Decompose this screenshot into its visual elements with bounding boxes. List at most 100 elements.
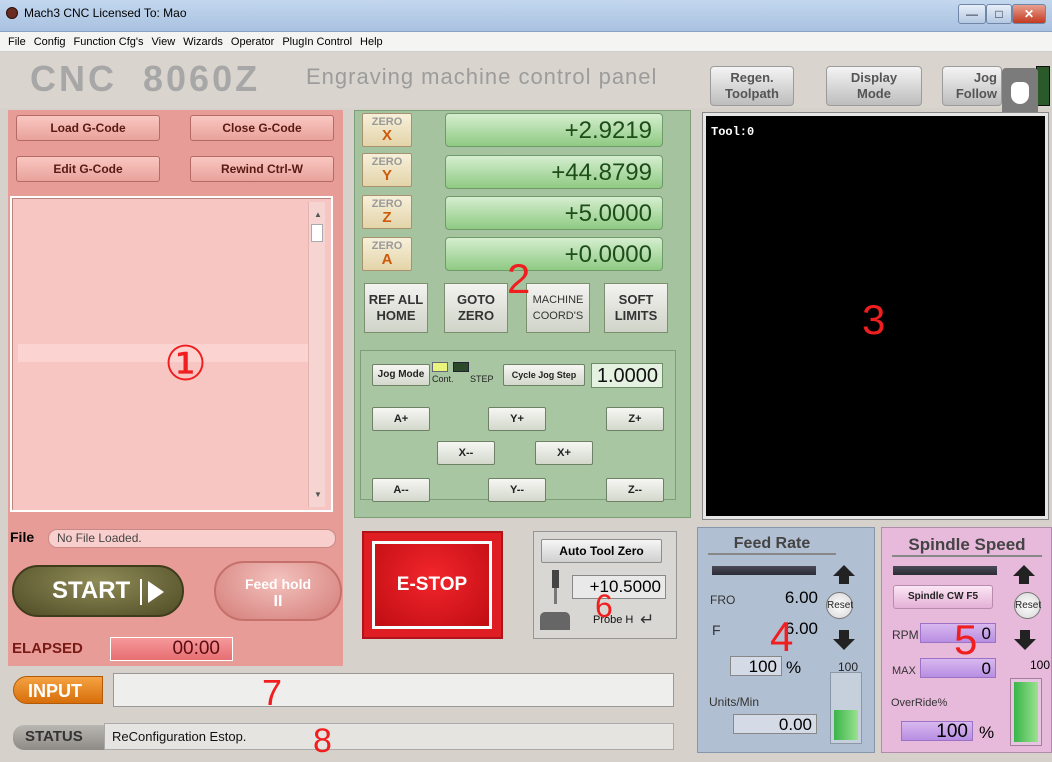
spindle-reset-button[interactable]: Reset (1014, 592, 1041, 619)
spindle-cw-button[interactable]: Spindle CW F5 (893, 585, 993, 609)
maximize-button[interactable]: □ (986, 4, 1012, 24)
elapsed-value: 00:00 (110, 637, 233, 661)
feed-hold-button[interactable]: Feed hold II (214, 561, 342, 621)
menu-file[interactable]: File (8, 33, 26, 52)
dro-a[interactable]: +0.0000 (445, 237, 663, 271)
step-led (453, 362, 469, 372)
input-label: INPUT (13, 676, 103, 704)
start-label: START (52, 577, 131, 604)
step-label: STEP (470, 374, 494, 384)
jog-mode-button[interactable]: Jog Mode (372, 364, 430, 386)
app-icon (6, 7, 18, 19)
menu-plugin-control[interactable]: PlugIn Control (282, 33, 352, 52)
jog-follow-led (1036, 66, 1050, 106)
fro-label: FRO (710, 593, 736, 607)
menu-wizards[interactable]: Wizards (183, 33, 223, 52)
minimize-button[interactable]: — (958, 4, 986, 24)
load-gcode-button[interactable]: Load G-Code (16, 115, 160, 141)
edit-gcode-button[interactable]: Edit G-Code (16, 156, 160, 182)
jog-label-2: Follow (955, 86, 997, 101)
tool-label: Tool:0 (711, 125, 755, 139)
override-label: OverRide% (891, 697, 948, 709)
feed-reset-button[interactable]: Reset (826, 592, 853, 619)
dro-x[interactable]: +2.9219 (445, 113, 663, 147)
close-button[interactable]: ✕ (1012, 4, 1046, 24)
ref-all-home-button[interactable]: REF ALL HOME (364, 283, 428, 333)
spindle-bar (893, 566, 997, 575)
units-min-value: 0.00 (733, 714, 817, 734)
zero-a-button[interactable]: ZERO A (362, 237, 412, 271)
menu-help[interactable]: Help (360, 33, 383, 52)
dro-z[interactable]: +5.0000 (445, 196, 663, 230)
limits-label: LIMITS (614, 308, 658, 323)
tool-zero-value[interactable]: +10.5000 (572, 575, 666, 599)
menu-config[interactable]: Config (34, 33, 66, 52)
estop-button[interactable]: E-STOP (372, 541, 492, 629)
start-button[interactable]: START (12, 565, 184, 617)
feed-down-icon[interactable] (833, 630, 855, 650)
jog-step-value[interactable]: 1.0000 (591, 363, 663, 388)
axis-x-label: X (381, 127, 392, 144)
zero-z-button[interactable]: ZERO Z (362, 195, 412, 229)
brand-subtitle: Engraving machine control panel (306, 64, 658, 89)
scroll-down-icon[interactable]: ▼ (314, 490, 322, 499)
jog-x-minus-button[interactable]: X-- (437, 441, 495, 465)
scroll-up-icon[interactable]: ▲ (314, 210, 322, 219)
annotation-5: 5 (954, 616, 978, 663)
menu-function-cfgs[interactable]: Function Cfg's (74, 33, 144, 52)
jog-y-plus-button[interactable]: Y+ (488, 407, 546, 431)
jog-x-plus-button[interactable]: X+ (535, 441, 593, 465)
jog-y-minus-button[interactable]: Y-- (488, 478, 546, 502)
rpm-label: RPM (892, 628, 919, 642)
jog-a-plus-button[interactable]: A+ (372, 407, 430, 431)
dro-y[interactable]: +44.8799 (445, 155, 663, 189)
soft-limits-button[interactable]: SOFT LIMITS (604, 283, 668, 333)
override-value[interactable]: 100 (901, 721, 973, 742)
jog-label-1: Jog (973, 70, 997, 85)
display-label-2: Mode (857, 86, 891, 101)
soft-label: SOFT (618, 292, 654, 307)
override-percent-sign: % (979, 723, 995, 742)
jog-z-minus-button[interactable]: Z-- (606, 478, 664, 502)
goto-zero-button[interactable]: GOTO ZERO (444, 283, 508, 333)
zero-x-button[interactable]: ZERO X (362, 113, 412, 147)
regen-toolpath-button[interactable]: Regen. Toolpath (710, 66, 794, 106)
scrollbar-thumb[interactable] (311, 224, 323, 242)
mdi-input-field[interactable] (113, 673, 674, 707)
machine-coords-button[interactable]: MACHINE COORD'S (526, 283, 590, 333)
regen-label-2: Toolpath (725, 86, 779, 101)
feed-slider-fill (834, 710, 858, 740)
jog-z-plus-button[interactable]: Z+ (606, 407, 664, 431)
menu-view[interactable]: View (152, 33, 176, 52)
spindle-slider[interactable] (1010, 678, 1042, 746)
annotation-2: 2 (507, 255, 531, 302)
file-label: File (10, 529, 35, 545)
menu-bar: File Config Function Cfg's View Wizards Opera… (0, 32, 1052, 52)
jog-a-minus-button[interactable]: A-- (372, 478, 430, 502)
feed-bar (712, 566, 816, 575)
home-label: HOME (376, 308, 416, 323)
feed-slider[interactable] (830, 672, 862, 744)
spindle-down-icon[interactable] (1014, 630, 1036, 650)
annotation-7: 7 (262, 672, 283, 713)
coords-label: COORD'S (532, 310, 584, 322)
axis-a-label: A (381, 251, 393, 268)
elapsed-label: ELAPSED (12, 640, 83, 657)
machine-label: MACHINE (532, 294, 584, 306)
cycle-jog-step-button[interactable]: Cycle Jog Step (503, 364, 585, 386)
zero-y-button[interactable]: ZERO Y (362, 153, 412, 187)
jog-follow-button[interactable]: Jog Follow (942, 66, 1002, 106)
goto-label: GOTO (456, 292, 496, 307)
auto-tool-zero-button[interactable]: Auto Tool Zero (541, 539, 662, 563)
gcode-scrollbar[interactable]: ▲ ▼ (308, 202, 325, 507)
feed-up-icon[interactable] (833, 565, 855, 585)
spindle-speed-title: Spindle Speed (892, 535, 1042, 557)
units-min-label: Units/Min (709, 695, 760, 709)
menu-operator[interactable]: Operator (231, 33, 274, 52)
close-gcode-button[interactable]: Close G-Code (190, 115, 334, 141)
display-mode-button[interactable]: Display Mode (826, 66, 922, 106)
axis-y-label: Y (381, 167, 392, 184)
rewind-button[interactable]: Rewind Ctrl-W (190, 156, 334, 182)
f-label: F (712, 622, 721, 638)
spindle-up-icon[interactable] (1013, 565, 1035, 585)
